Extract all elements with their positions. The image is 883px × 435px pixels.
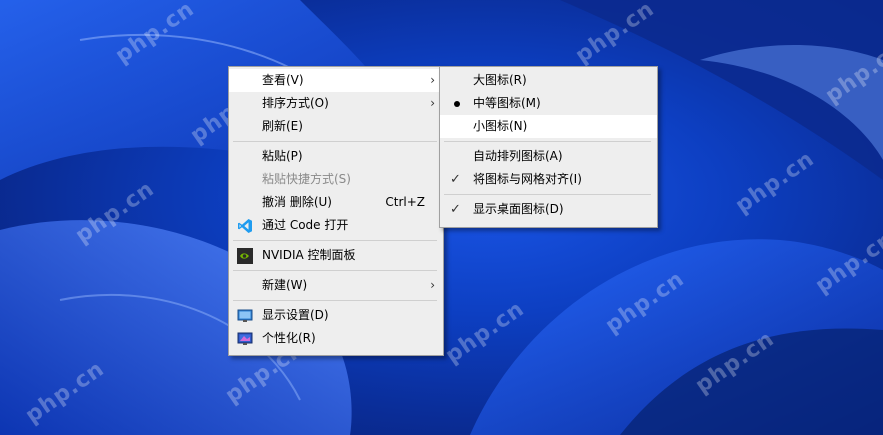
menu-separator — [233, 240, 437, 241]
submenu-item-medium-icons[interactable]: 中等图标(M) — [440, 92, 657, 115]
menu-item-label: 刷新(E) — [262, 119, 303, 133]
menu-item-label: 个性化(R) — [262, 331, 316, 345]
view-submenu: 大图标(R) 中等图标(M) 小图标(N) 自动排列图标(A) ✓ 将图标与网格… — [439, 66, 658, 228]
menu-item-shortcut: Ctrl+Z — [385, 195, 425, 209]
menu-separator — [233, 300, 437, 301]
menu-item-label: 将图标与网格对齐(I) — [473, 172, 582, 186]
menu-item-undo-delete[interactable]: 撤消 删除(U) Ctrl+Z — [229, 191, 443, 214]
vscode-icon — [237, 218, 253, 234]
menu-item-label: 显示桌面图标(D) — [473, 202, 564, 216]
menu-item-label: 自动排列图标(A) — [473, 149, 563, 163]
menu-item-label: 粘贴(P) — [262, 149, 303, 163]
menu-item-open-with-code[interactable]: 通过 Code 打开 — [229, 214, 443, 237]
menu-item-paste-shortcut: 粘贴快捷方式(S) — [229, 168, 443, 191]
menu-item-sort-by[interactable]: 排序方式(O) › — [229, 92, 443, 115]
menu-item-display-settings[interactable]: 显示设置(D) — [229, 304, 443, 327]
menu-separator — [444, 194, 651, 195]
menu-item-label: 大图标(R) — [473, 73, 527, 87]
personalize-icon — [237, 331, 253, 347]
menu-item-view[interactable]: 查看(V) › — [229, 69, 443, 92]
menu-item-label: 显示设置(D) — [262, 308, 329, 322]
desktop-context-menu: 查看(V) › 排序方式(O) › 刷新(E) 粘贴(P) 粘贴快捷方式(S) … — [228, 66, 444, 356]
checkmark-icon: ✓ — [450, 202, 461, 217]
menu-item-new[interactable]: 新建(W) › — [229, 274, 443, 297]
menu-separator — [233, 270, 437, 271]
submenu-item-auto-arrange[interactable]: 自动排列图标(A) — [440, 145, 657, 168]
menu-item-label: 撤消 删除(U) — [262, 195, 332, 209]
submenu-item-show-desktop-icons[interactable]: ✓ 显示桌面图标(D) — [440, 198, 657, 221]
menu-item-label: 排序方式(O) — [262, 96, 329, 110]
menu-item-nvidia-control-panel[interactable]: NVIDIA 控制面板 — [229, 244, 443, 267]
chevron-right-icon: › — [430, 96, 435, 110]
menu-item-label: 新建(W) — [262, 278, 308, 292]
menu-item-label: 中等图标(M) — [473, 96, 541, 110]
submenu-item-large-icons[interactable]: 大图标(R) — [440, 69, 657, 92]
nvidia-icon — [237, 248, 253, 264]
chevron-right-icon: › — [430, 73, 435, 87]
menu-item-label: 粘贴快捷方式(S) — [262, 172, 351, 186]
chevron-right-icon: › — [430, 278, 435, 292]
menu-item-refresh[interactable]: 刷新(E) — [229, 115, 443, 138]
menu-item-paste[interactable]: 粘贴(P) — [229, 145, 443, 168]
menu-separator — [444, 141, 651, 142]
menu-separator — [233, 141, 437, 142]
menu-item-label: 查看(V) — [262, 73, 304, 87]
submenu-item-align-to-grid[interactable]: ✓ 将图标与网格对齐(I) — [440, 168, 657, 191]
display-settings-icon — [237, 308, 253, 324]
menu-item-personalize[interactable]: 个性化(R) — [229, 327, 443, 350]
menu-item-label: NVIDIA 控制面板 — [262, 248, 356, 262]
checkmark-icon: ✓ — [450, 172, 461, 187]
menu-item-label: 通过 Code 打开 — [262, 218, 349, 232]
radio-bullet-icon — [454, 101, 460, 107]
submenu-item-small-icons[interactable]: 小图标(N) — [440, 115, 657, 138]
menu-item-label: 小图标(N) — [473, 119, 528, 133]
